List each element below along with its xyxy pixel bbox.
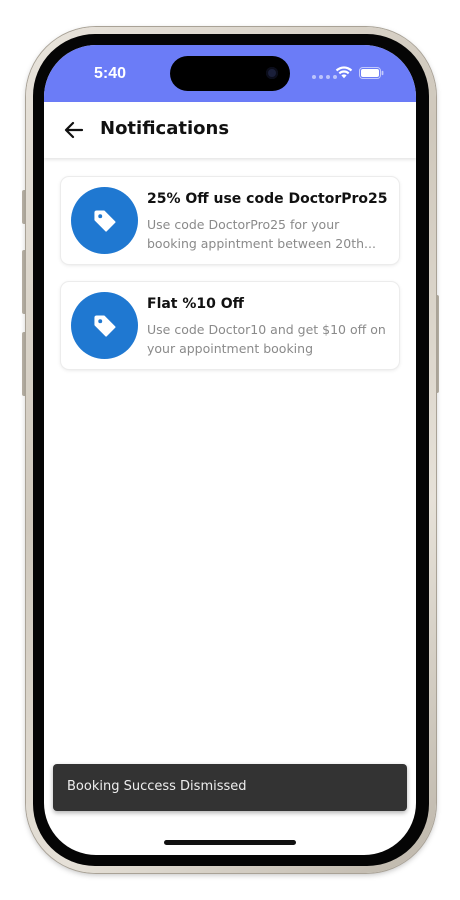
dynamic-island: [170, 56, 290, 91]
app-bar: Notifications: [44, 102, 416, 158]
phone-screen: 5:40 Notifications 25% Off use code Doct…: [44, 45, 416, 855]
notification-card[interactable]: Flat %10 Off Use code Doctor10 and get $…: [61, 282, 399, 369]
camera-icon: [266, 67, 278, 79]
back-button[interactable]: [62, 116, 86, 144]
notification-title: 25% Off use code DoctorPro25: [147, 191, 388, 207]
notification-avatar: [71, 187, 138, 254]
notification-body: Use code DoctorPro25 for your booking ap…: [147, 217, 376, 251]
tag-icon: [93, 314, 116, 337]
notification-list: 25% Off use code DoctorPro25 Use code Do…: [61, 177, 399, 387]
notification-card[interactable]: 25% Off use code DoctorPro25 Use code Do…: [61, 177, 399, 264]
home-indicator[interactable]: [164, 840, 296, 845]
arrow-left-icon: [64, 121, 84, 139]
tag-icon: [93, 209, 116, 232]
notification-body: Use code Doctor10 and get $10 off on you…: [147, 322, 386, 356]
status-time: 5:40: [94, 65, 127, 82]
wifi-icon: [335, 66, 353, 79]
status-bar: 5:40: [44, 45, 416, 102]
battery-icon: [359, 67, 384, 79]
notification-avatar: [71, 292, 138, 359]
notification-title: Flat %10 Off: [147, 296, 245, 312]
page-title: Notifications: [100, 118, 230, 139]
snackbar[interactable]: Booking Success Dismissed: [53, 764, 407, 811]
signal-dots-icon: [312, 75, 337, 79]
